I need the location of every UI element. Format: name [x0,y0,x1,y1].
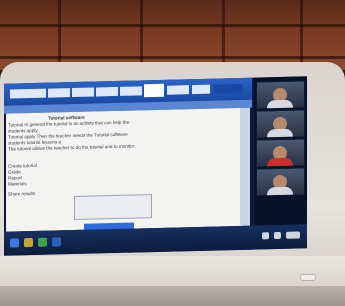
doc-line: Share results [8,190,36,197]
network-icon[interactable] [262,232,269,240]
ribbon-style-preview[interactable] [144,83,164,98]
word-icon[interactable] [52,237,61,247]
ribbon-tab[interactable] [192,84,210,95]
laptop-screen: Tutorial software Tutorial In general th… [4,76,307,256]
ribbon-editing-group[interactable] [213,83,243,94]
ribbon-tab[interactable] [72,87,94,98]
clock-icon [286,231,300,239]
scrollbar[interactable] [240,107,250,226]
ribbon-tab[interactable] [167,85,189,95]
participant-tile[interactable] [256,80,305,110]
ribbon-tab[interactable] [120,86,142,96]
participant-tile[interactable] [256,109,305,139]
laptop-photo: Tutorial software Tutorial In general th… [0,0,345,306]
wall-grout [0,24,345,27]
start-icon[interactable] [10,238,19,248]
folder-icon[interactable] [24,237,33,248]
app-icon[interactable] [38,237,47,247]
document-figure [74,194,152,220]
keyboard-edge [0,286,345,306]
ribbon-tab[interactable] [10,88,46,99]
participant-tile[interactable] [256,138,305,168]
power-led-icon [300,274,316,281]
ribbon-tab[interactable] [96,86,118,97]
participant-tile[interactable] [256,167,305,197]
ribbon-tab[interactable] [48,88,70,98]
doc-line: Materials [8,181,27,187]
tiled-wall [0,0,345,70]
volume-icon[interactable] [274,231,281,240]
wall-grout [0,56,345,59]
